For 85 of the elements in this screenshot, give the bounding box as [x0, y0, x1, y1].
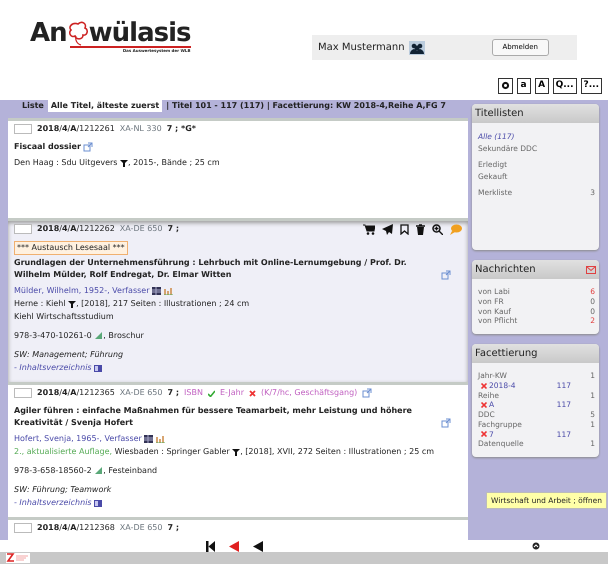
binding-text: , Festeinband — [103, 466, 158, 475]
logo-text: An — [30, 20, 67, 46]
author-link[interactable]: Mülder, Wilhelm, 1952-, Verfasser — [14, 286, 150, 295]
call-number: 2018/4/A/1212261 — [37, 123, 115, 135]
remove-icon[interactable] — [481, 431, 487, 438]
series-text: Kiehl Wirtschaftsstudium — [14, 312, 114, 321]
sort-selector[interactable]: Alle Titel, älteste zuerst — [48, 100, 162, 112]
call-number: 2018/4/A/1212368 — [37, 522, 115, 534]
notation: XA-DE 650 — [120, 223, 162, 235]
filter-icon[interactable] — [120, 158, 128, 167]
check-label: E-Jahr — [220, 387, 244, 399]
toolbar-button[interactable]: a — [516, 78, 531, 94]
toolbar-button[interactable]: A — [534, 78, 549, 94]
filter-icon[interactable] — [68, 300, 76, 308]
publisher-text: Herne : Kiehl — [14, 299, 66, 308]
subject-text: SW: Führung; Teamwork — [14, 485, 112, 494]
toc-link[interactable]: - Inhaltsverzeichnis — [14, 363, 92, 372]
first-page-icon[interactable] — [206, 540, 214, 552]
publisher-text: Wiesbaden : Springer Gabler — [114, 447, 230, 456]
user-name: Max Mustermann — [318, 41, 405, 55]
people-icon[interactable] — [408, 40, 425, 54]
record-title: Fiscaal dossier — [14, 141, 81, 153]
external-link-icon[interactable] — [362, 388, 372, 398]
subject-text: SW: Management; Führung — [14, 350, 124, 359]
scroll-top-icon[interactable] — [532, 542, 540, 550]
remove-icon[interactable] — [481, 402, 487, 408]
grid-icon[interactable] — [152, 286, 162, 295]
imprint-text: , 2015-, Bände ; 25 cm — [128, 158, 220, 167]
group-code: 7 ; *G* — [166, 123, 196, 135]
author-link[interactable]: Hofert, Svenja, 1965-, Verfasser — [14, 434, 142, 443]
bookmark-icon[interactable] — [400, 224, 409, 234]
call-number: 2018/4/A/1212262 — [37, 223, 115, 235]
document-icon[interactable] — [94, 498, 102, 507]
group-code: 7 ; — [167, 387, 180, 399]
binding-text: , Broschur — [103, 331, 144, 340]
edition-text: 2., aktualisierte Auflage, — [14, 447, 112, 456]
list-info: | Titel 101 - 117 (117) | Facettierung: KW 2018-4,Reihe A,FG 7 — [166, 100, 446, 112]
settings-button[interactable] — [498, 78, 513, 94]
external-link-icon[interactable] — [82, 142, 93, 152]
toolbar-button[interactable]: Q... — [552, 78, 577, 94]
record-checkbox[interactable] — [14, 224, 32, 234]
previous-page-icon[interactable] — [228, 540, 238, 552]
call-number: 2018/4/A/1212365 — [37, 387, 115, 399]
imprint-text: , [2018], 217 Seiten : Illustrationen ; 24 cm — [76, 299, 250, 308]
filter-icon[interactable] — [232, 448, 240, 456]
panel-title: Titellisten — [475, 107, 524, 121]
document-icon[interactable] — [94, 364, 102, 372]
record-title: Grundlagen der Unternehmensführung : Lehrbuch mit Online-Lernumgebung / Prof. Dr. Wilhelm Mülder, Rolf Endregat, Dr. Elmar Witten — [14, 257, 408, 281]
remove-icon[interactable] — [481, 382, 487, 389]
panel-title: Nachrichten — [475, 263, 536, 277]
notation: XA-DE 650 — [120, 387, 162, 399]
notice-label: *** Austausch Lesesaal *** — [14, 241, 128, 255]
cart-icon[interactable] — [363, 224, 375, 234]
toolbar-button[interactable]: ?... — [580, 78, 602, 94]
status-note: (K/7/hc, Geschäftsgang) — [260, 387, 358, 399]
notation: XA-DE 650 — [120, 522, 162, 534]
toc-link[interactable]: - Inhaltsverzeichnis — [14, 498, 92, 507]
gear-icon — [500, 81, 510, 90]
trash-icon[interactable] — [416, 224, 425, 234]
record-title: Agiler führen : einfache Maßnahmen für bessere Teamarbeit, mehr Leistung und höhere Kreativität / Svenja Hofert — [14, 405, 413, 429]
cover-icon[interactable] — [94, 466, 104, 476]
zoom-in-icon[interactable] — [432, 224, 443, 234]
isbn-text: 978-3-658-18560-2 — [14, 466, 92, 475]
cover-icon[interactable] — [94, 331, 104, 340]
back-icon[interactable] — [252, 540, 262, 552]
list-label: Liste — [22, 100, 44, 112]
notation: XA-NL 330 — [120, 123, 162, 135]
group-code: 7 ; — [167, 223, 180, 235]
external-link-icon[interactable] — [441, 270, 451, 280]
record-checkbox[interactable] — [14, 124, 32, 134]
external-link-icon[interactable] — [441, 418, 451, 428]
send-icon[interactable] — [382, 224, 393, 234]
panel-title: Facettierung — [475, 347, 538, 361]
flower-icon — [66, 20, 89, 46]
mail-icon[interactable] — [586, 266, 596, 274]
grid-icon[interactable] — [144, 434, 154, 443]
imprint-text: , [2018], XVII, 272 Seiten : Illustrationen ; 25 cm — [240, 447, 434, 456]
record-checkbox[interactable] — [14, 523, 32, 533]
group-code: 7 ; — [167, 522, 180, 534]
logo-text: wülasis — [88, 20, 190, 46]
isbn-text: 978-3-470-10261-0 — [14, 331, 92, 340]
footer-logo-icon — [6, 553, 30, 563]
publisher-text: Den Haag : Sdu Uitgevers — [14, 158, 118, 167]
check-label: ISBN — [184, 387, 203, 399]
record-checkbox[interactable] — [14, 388, 32, 398]
